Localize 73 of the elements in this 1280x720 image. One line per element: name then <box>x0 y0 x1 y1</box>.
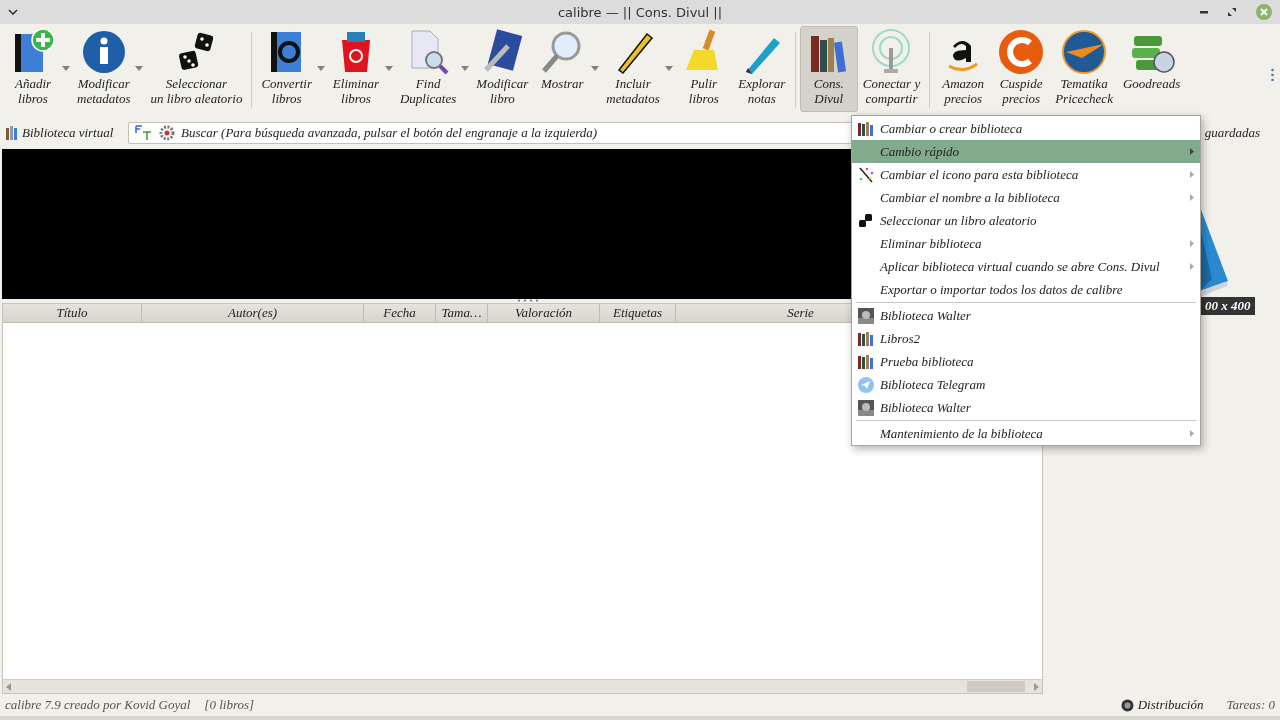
toolbar-button[interactable]: Cons. Divul <box>799 26 858 112</box>
color-wand-icon <box>858 166 874 183</box>
menu-item[interactable]: Libros2 <box>852 327 1200 350</box>
toolbar-button[interactable]: Find Duplicates <box>395 26 462 112</box>
column-header[interactable]: Título <box>3 304 142 322</box>
jobs-indicator[interactable]: Tareas: 0 <box>1226 697 1275 713</box>
menu-item[interactable]: Cambiar el icono para esta biblioteca <box>852 163 1200 186</box>
menu-item[interactable]: Mantenimiento de la biblioteca <box>852 422 1200 445</box>
scroll-thumb[interactable] <box>967 681 1025 692</box>
plane-icon <box>1060 28 1109 76</box>
scroll-right-icon[interactable] <box>1033 682 1039 691</box>
dropdown-arrow-icon[interactable] <box>135 66 144 71</box>
dropdown-arrow-icon[interactable] <box>317 66 325 71</box>
books-icon <box>858 354 874 369</box>
dropdown-arrow-icon[interactable] <box>385 66 393 71</box>
column-header[interactable]: Tama… <box>436 304 488 322</box>
horizontal-scrollbar[interactable] <box>3 679 1042 693</box>
toolbar-button[interactable]: Incluir metadatos <box>601 26 665 112</box>
saved-searches-label[interactable]: guardadas <box>1204 125 1260 141</box>
layout-icon <box>1120 698 1134 712</box>
virtual-library-button[interactable]: Biblioteca virtual <box>6 125 128 141</box>
toolbar-button[interactable]: Amazon precios <box>934 26 993 112</box>
column-header[interactable]: Fecha <box>364 304 436 322</box>
minimize-icon[interactable] <box>1200 10 1208 14</box>
menu-item[interactable]: Biblioteca Walter <box>852 396 1200 419</box>
toolbar-button[interactable]: Pulir libros <box>674 26 733 112</box>
dropdown-arrow-icon[interactable] <box>591 66 600 71</box>
column-header[interactable]: Autor(es) <box>142 304 364 322</box>
ring-icon <box>997 28 1046 76</box>
menu-item[interactable]: Exportar o importar todos los datos de calibre <box>852 278 1200 301</box>
format-icon[interactable] <box>135 125 153 141</box>
toolbar-button[interactable]: Mostrar <box>533 26 592 112</box>
menu-item[interactable]: Aplicar biblioteca virtual cuando se abre Cons. Divul <box>852 255 1200 278</box>
toolbar-button[interactable]: Añadir libros <box>4 26 62 112</box>
books-icon <box>6 126 18 140</box>
column-header[interactable]: Valoración <box>488 304 600 322</box>
version-text: calibre 7.9 creado por Kovid Goyal <box>5 697 191 713</box>
dice-icon <box>858 213 873 228</box>
toolbar-button[interactable]: Explorar notas <box>732 26 791 112</box>
menu-item[interactable]: Cambiar el nombre a la biblioteca <box>852 186 1200 209</box>
menu-item[interactable]: Eliminar biblioteca <box>852 232 1200 255</box>
toolbar-button[interactable]: Modificar metadatos <box>72 26 136 112</box>
maximize-icon[interactable] <box>1228 8 1236 16</box>
toolbar-button[interactable]: Eliminar libros <box>327 26 385 112</box>
dropdown-arrow-icon[interactable] <box>62 66 70 71</box>
close-icon[interactable] <box>1256 4 1272 20</box>
image-size-label: 00 x 400 <box>1201 297 1255 315</box>
menu-item[interactable]: Prueba biblioteca <box>852 350 1200 373</box>
toolbar-button[interactable]: Goodreads <box>1117 26 1186 112</box>
book-count: [0 libros] <box>204 697 255 713</box>
dropdown-arrow-icon[interactable] <box>461 66 470 71</box>
toolbar-button[interactable]: Cuspide precios <box>992 26 1051 112</box>
column-header[interactable]: Etiquetas <box>600 304 676 322</box>
gear-icon[interactable] <box>159 125 175 141</box>
toolbar-button[interactable]: Seleccionar un libro aleatorio <box>145 26 248 112</box>
toolbar-button[interactable]: Conectar y compartir <box>857 26 926 112</box>
scroll-left-icon[interactable] <box>6 682 12 691</box>
more-icon[interactable] <box>1271 68 1274 82</box>
splitter-handle[interactable] <box>517 299 539 302</box>
toolbar-button[interactable]: Modificar libro <box>471 26 534 112</box>
menu-item[interactable]: Biblioteca Telegram <box>852 373 1200 396</box>
chevron-down-icon[interactable] <box>8 9 18 15</box>
menu-item[interactable]: Seleccionar un libro aleatorio <box>852 209 1200 232</box>
menu-item[interactable]: Cambio rápido <box>852 140 1200 163</box>
menu-item[interactable]: Cambiar o crear biblioteca <box>852 117 1200 140</box>
paper-plane-icon <box>858 376 874 393</box>
dropdown-arrow-icon[interactable] <box>664 66 673 71</box>
books-icon <box>858 121 874 136</box>
window-title: calibre — || Cons. Divul || <box>557 4 723 20</box>
toolbar-button[interactable]: Tematika Pricecheck <box>1050 26 1118 112</box>
books-icon <box>858 331 874 346</box>
layout-button[interactable]: Distribución <box>1120 697 1204 713</box>
toolbar-button[interactable]: Convertir libros <box>256 26 317 112</box>
